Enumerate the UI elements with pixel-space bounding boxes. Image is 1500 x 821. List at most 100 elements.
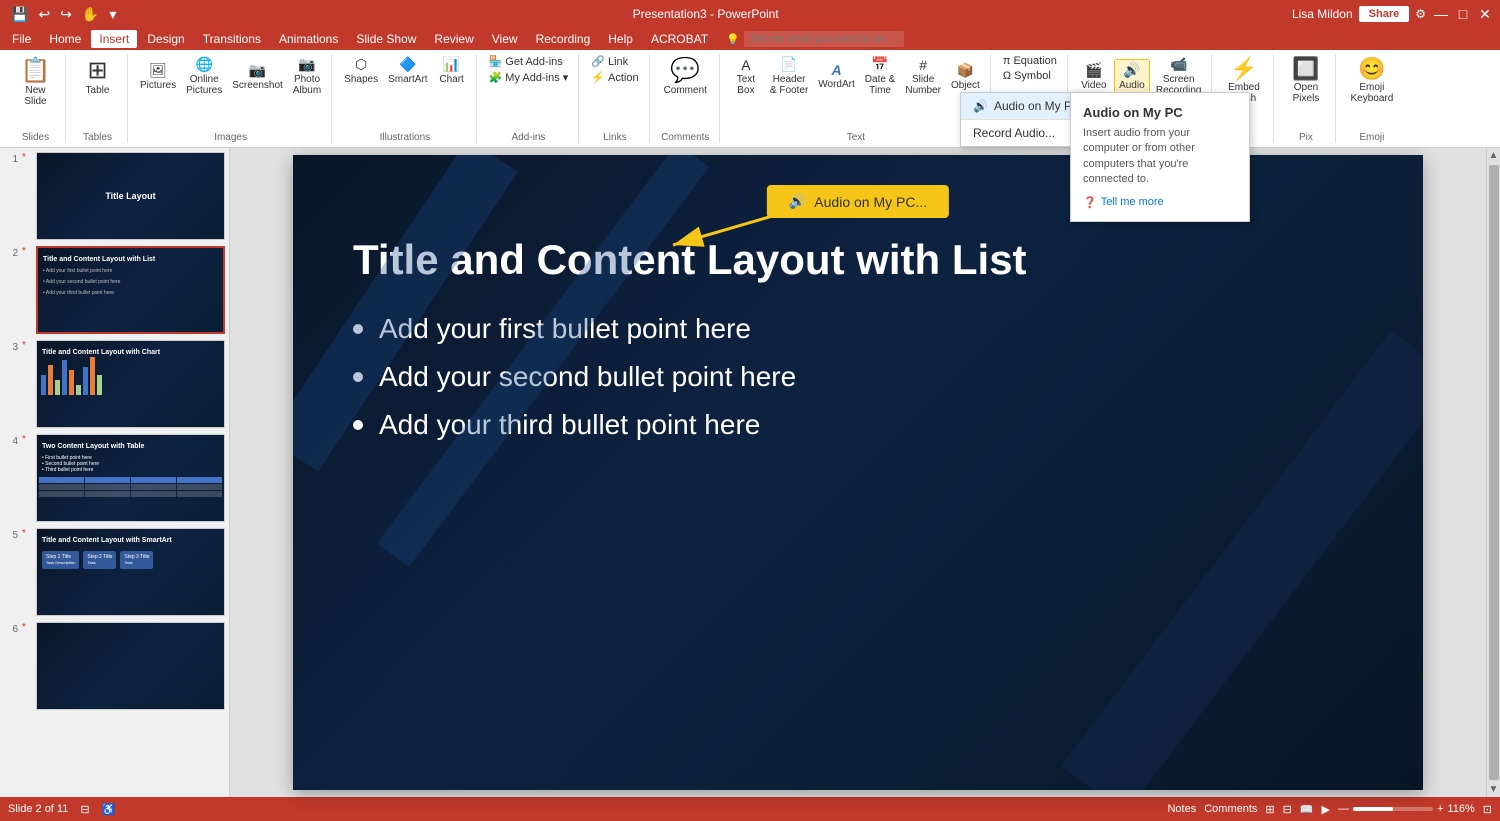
maximize-button[interactable]: □ <box>1456 7 1470 21</box>
undo-icon[interactable]: ↩ <box>35 5 53 24</box>
comments-group-label: Comments <box>661 130 709 143</box>
online-pictures-button[interactable]: 🌐 OnlinePictures <box>182 54 226 98</box>
ribbon: 📋 NewSlide Slides ⊞ Table Tables 🖼 Pictu… <box>0 50 1500 148</box>
share-button[interactable]: Share <box>1359 6 1410 22</box>
redo-icon[interactable]: ↪ <box>57 5 75 24</box>
my-addins-button[interactable]: 🧩 My Add-ins ▾ <box>485 70 573 85</box>
menu-slideshow[interactable]: Slide Show <box>348 30 424 48</box>
shapes-button[interactable]: ⬡ Shapes <box>340 54 382 87</box>
menu-home[interactable]: Home <box>41 30 89 48</box>
close-button[interactable]: ✕ <box>1478 7 1492 21</box>
emoji-keyboard-button[interactable]: 😊 EmojiKeyboard <box>1344 54 1399 106</box>
ribbon-group-links: 🔗 Link ⚡ Action Links <box>581 54 649 143</box>
save-icon[interactable]: 💾 <box>8 5 31 24</box>
smartart-button[interactable]: 🔷 SmartArt <box>384 54 431 87</box>
shapes-label: Shapes <box>344 74 378 85</box>
embed-flash-icon: ⚡ <box>1230 56 1257 82</box>
slide-thumb-5[interactable]: 5 * Title and Content Layout with SmartA… <box>4 528 225 616</box>
slide-sorter-icon[interactable]: ⊟ <box>1283 803 1292 816</box>
fit-slide-button[interactable]: ⊡ <box>1483 803 1492 816</box>
slide-thumb-6[interactable]: 6 * <box>4 622 225 710</box>
open-pixels-button[interactable]: 🔲 OpenPixels <box>1286 54 1325 106</box>
link-button[interactable]: 🔗 Link <box>587 54 642 69</box>
normal-view-icon[interactable]: ⊞ <box>1265 803 1274 816</box>
menu-recording[interactable]: Recording <box>528 30 599 48</box>
menu-acrobat[interactable]: ACROBAT <box>643 30 716 48</box>
tell-me-input[interactable] <box>744 31 904 47</box>
menu-insert[interactable]: Insert <box>91 30 137 48</box>
vertical-scrollbar[interactable]: ▲ ▼ <box>1486 148 1500 797</box>
emoji-group-label: Emoji <box>1359 130 1384 143</box>
date-time-icon: 📅 <box>871 56 888 73</box>
slide-2-star: * <box>22 246 32 257</box>
my-addins-icon: 🧩 <box>489 71 503 84</box>
symbol-button[interactable]: Ω Symbol <box>999 69 1061 83</box>
chart-button[interactable]: 📊 Chart <box>434 54 470 87</box>
video-button[interactable]: 🎬 Video <box>1076 60 1112 93</box>
audio-button[interactable]: 🔊 Audio <box>1114 59 1150 94</box>
touch-icon[interactable]: ✋ <box>79 5 102 24</box>
slide-number-button[interactable]: # SlideNumber <box>901 55 945 98</box>
zoom-out-button[interactable]: — <box>1338 803 1349 815</box>
ribbon-group-addins: 🏪 Get Add-ins 🧩 My Add-ins ▾ Add-ins <box>479 54 580 143</box>
scroll-thumb[interactable] <box>1489 165 1499 780</box>
object-button[interactable]: 📦 Object <box>947 60 984 93</box>
new-slide-button[interactable]: 📋 NewSlide <box>15 54 57 109</box>
tooltip-link[interactable]: ❓ Tell me more <box>1083 196 1237 209</box>
scroll-up-button[interactable]: ▲ <box>1487 148 1500 163</box>
main-slide-canvas[interactable]: 🔊 Audio on My PC... Title and Content La… <box>293 155 1423 790</box>
minimize-button[interactable]: — <box>1434 7 1448 21</box>
date-time-button[interactable]: 📅 Date &Time <box>861 54 900 98</box>
audio-icon: 🔊 <box>1123 62 1140 79</box>
screenshot-icon: 📷 <box>249 62 266 79</box>
slide-thumb-2[interactable]: 2 * Title and Content Layout with List •… <box>4 246 225 334</box>
menu-file[interactable]: File <box>4 30 39 48</box>
new-slide-icon: 📋 <box>21 56 51 85</box>
equation-label: Equation <box>1013 55 1056 67</box>
slide-thumb-3[interactable]: 3 * Title and Content Layout with Chart <box>4 340 225 428</box>
menu-review[interactable]: Review <box>426 30 481 48</box>
status-right: Notes Comments ⊞ ⊟ 📖 ▶ — + 116% ⊡ <box>1167 803 1492 816</box>
title-bar-right: Lisa Mildon Share ⚙ — □ ✕ <box>1292 6 1492 22</box>
presenter-view-icon[interactable]: ▶ <box>1322 803 1330 816</box>
comment-button[interactable]: 💬 Comment <box>658 54 713 98</box>
scroll-down-button[interactable]: ▼ <box>1487 782 1500 797</box>
header-footer-button[interactable]: 📄 Header& Footer <box>766 54 812 98</box>
table-button[interactable]: ⊞ Table <box>80 54 116 98</box>
menu-design[interactable]: Design <box>139 30 192 48</box>
comments-button[interactable]: Comments <box>1204 803 1257 815</box>
textbox-button[interactable]: A TextBox <box>728 55 764 98</box>
zoom-slider[interactable] <box>1353 807 1433 811</box>
ribbon-content: 📋 NewSlide Slides ⊞ Table Tables 🖼 Pictu… <box>0 50 1500 147</box>
slide-1-num: 1 <box>4 152 18 165</box>
screenshot-label: Screenshot <box>232 80 283 91</box>
equation-button[interactable]: π Equation <box>999 54 1061 68</box>
get-addins-button[interactable]: 🏪 Get Add-ins <box>485 54 573 69</box>
menu-animations[interactable]: Animations <box>271 30 346 48</box>
menu-view[interactable]: View <box>484 30 526 48</box>
slide-4-num: 4 <box>4 434 18 447</box>
title-bar-left: 💾 ↩ ↪ ✋ ▾ <box>8 5 119 24</box>
slide-audio-button[interactable]: 🔊 Audio on My PC... <box>767 185 949 218</box>
screenshot-button[interactable]: 📷 Screenshot <box>228 60 287 93</box>
slide-thumb-1[interactable]: 1 * Title Layout <box>4 152 225 240</box>
slide-thumb-4[interactable]: 4 * Two Content Layout with Table • Firs… <box>4 434 225 522</box>
menu-help[interactable]: Help <box>600 30 641 48</box>
pictures-button[interactable]: 🖼 Pictures <box>136 60 180 93</box>
images-group-label: Images <box>214 130 247 143</box>
reading-view-icon[interactable]: 📖 <box>1300 803 1314 816</box>
photo-album-button[interactable]: 📷 PhotoAlbum <box>289 54 325 98</box>
zoom-in-button[interactable]: + <box>1437 803 1443 815</box>
slide-audio-label: Audio on My PC... <box>814 194 927 210</box>
menu-transitions[interactable]: Transitions <box>195 30 269 48</box>
tell-me-wrapper: 💡 <box>726 31 904 47</box>
wordart-button[interactable]: A WordArt <box>814 60 859 92</box>
settings-icon[interactable]: ⚙ <box>1415 7 1426 21</box>
customize-qat-icon[interactable]: ▾ <box>106 5 119 24</box>
action-button[interactable]: ⚡ Action <box>587 70 642 85</box>
notes-button[interactable]: Notes <box>1167 803 1196 815</box>
open-pixels-label: OpenPixels <box>1293 82 1320 104</box>
user-name: Lisa Mildon <box>1292 7 1353 21</box>
slide-1-preview: Title Layout <box>36 152 225 240</box>
ribbon-group-comments: 💬 Comment Comments <box>652 54 720 143</box>
